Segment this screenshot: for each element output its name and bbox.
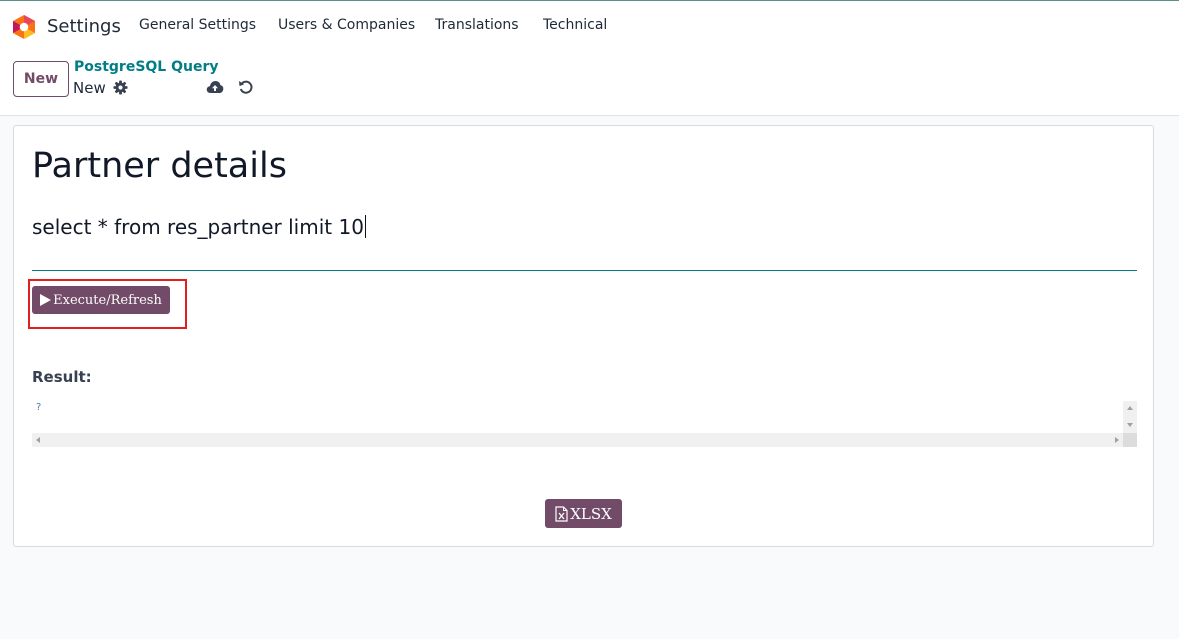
xlsx-export-button[interactable]: XLSX xyxy=(545,499,622,528)
top-navbar: Settings General Settings Users & Compan… xyxy=(0,1,1179,49)
menu-general-settings[interactable]: General Settings xyxy=(139,17,256,33)
menu-translations[interactable]: Translations xyxy=(435,17,519,33)
menu-technical[interactable]: Technical xyxy=(543,17,607,33)
result-text: ? xyxy=(36,402,42,413)
new-button[interactable]: New xyxy=(13,61,69,97)
result-output: ? xyxy=(32,401,1137,448)
odoo-logo-icon[interactable] xyxy=(12,14,36,40)
execute-refresh-button[interactable]: Execute/Refresh xyxy=(32,286,170,314)
scroll-right-icon[interactable] xyxy=(1115,437,1119,443)
menu-users-companies[interactable]: Users & Companies xyxy=(278,17,415,33)
cloud-upload-icon[interactable] xyxy=(206,79,224,94)
breadcrumb-postgresql-query[interactable]: PostgreSQL Query xyxy=(74,59,219,75)
query-input-underline xyxy=(32,270,1137,271)
horizontal-scrollbar[interactable] xyxy=(32,433,1123,447)
record-name: New xyxy=(73,79,106,97)
execute-refresh-label: Execute/Refresh xyxy=(53,292,162,308)
scroll-left-icon[interactable] xyxy=(36,437,40,443)
scrollbar-corner xyxy=(1123,433,1137,447)
scroll-down-icon[interactable] xyxy=(1127,423,1133,427)
control-panel: New PostgreSQL Query New xyxy=(0,49,1179,116)
result-label: Result: xyxy=(32,368,92,386)
gear-icon[interactable] xyxy=(113,80,128,95)
app-name[interactable]: Settings xyxy=(47,16,121,37)
form-sheet: Partner details select * from res_partne… xyxy=(13,125,1154,547)
text-cursor xyxy=(364,215,366,238)
query-input[interactable]: select * from res_partner limit 10 xyxy=(32,215,366,239)
play-icon xyxy=(40,294,52,306)
query-text[interactable]: select * from res_partner limit 10 xyxy=(32,215,364,239)
query-title[interactable]: Partner details xyxy=(32,146,287,186)
excel-file-icon xyxy=(555,505,568,522)
scroll-up-icon[interactable] xyxy=(1127,406,1133,410)
undo-icon[interactable] xyxy=(238,79,254,95)
vertical-scrollbar[interactable] xyxy=(1123,401,1137,433)
xlsx-label: XLSX xyxy=(570,504,612,523)
